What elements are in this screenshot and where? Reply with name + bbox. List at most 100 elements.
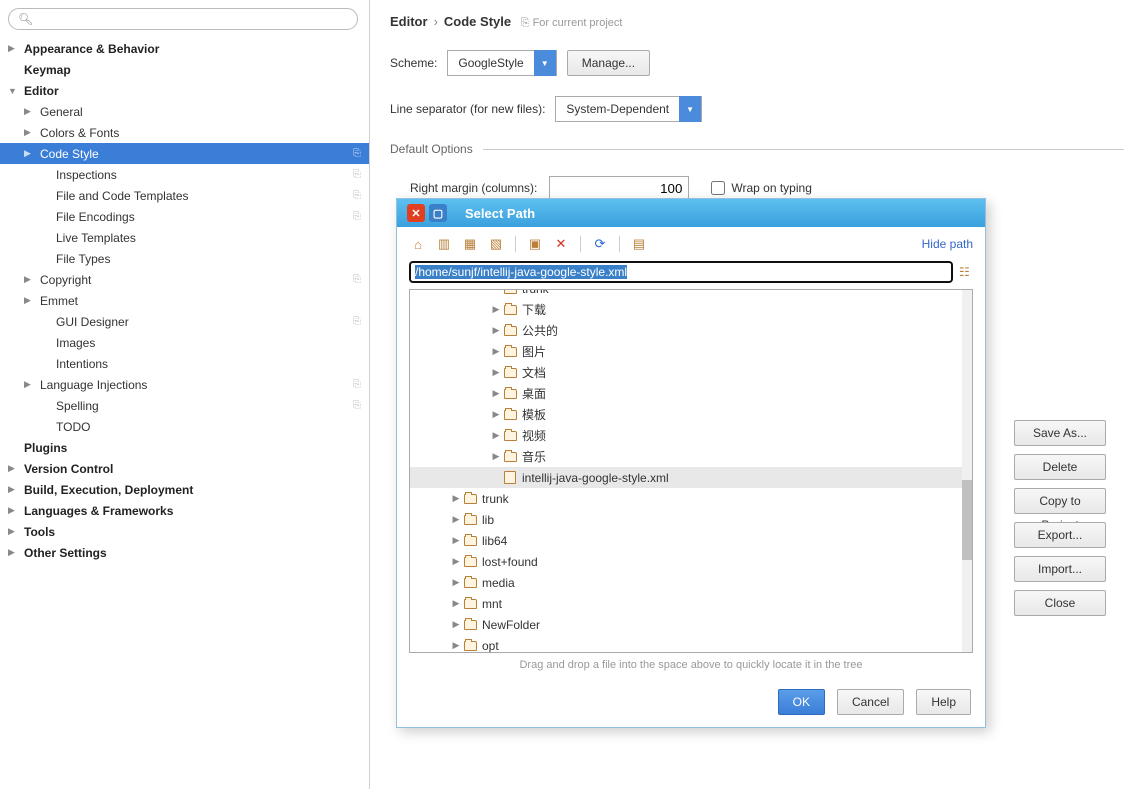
scheme-dropdown[interactable]: GoogleStyle ▼ xyxy=(447,50,556,76)
file-tree-row[interactable]: ▶音乐 xyxy=(410,446,972,467)
hide-path-link[interactable]: Hide path xyxy=(922,237,973,251)
scheme-action-button[interactable]: Export... xyxy=(1014,522,1106,548)
tree-item[interactable]: ▶Version Control xyxy=(0,458,369,479)
tree-item-label: File and Code Templates xyxy=(52,189,353,203)
wrap-checkbox-input[interactable] xyxy=(711,181,725,195)
file-tree-row[interactable]: ▶lib xyxy=(410,509,972,530)
scheme-action-button[interactable]: Close xyxy=(1014,590,1106,616)
project-icon[interactable]: ▦ xyxy=(461,235,479,253)
file-tree-row[interactable]: ▶media xyxy=(410,572,972,593)
path-input[interactable] xyxy=(409,261,953,283)
file-name: NewFolder xyxy=(482,618,540,632)
cancel-button[interactable]: Cancel xyxy=(837,689,904,715)
expand-arrow-icon: ▶ xyxy=(24,127,36,138)
tree-item[interactable]: Spelling⎘ xyxy=(0,395,369,416)
dialog-title: Select Path xyxy=(465,206,535,221)
tree-item[interactable]: ▶Other Settings xyxy=(0,542,369,563)
expand-arrow-icon: ▶ xyxy=(490,451,502,462)
delete-icon[interactable]: ✕ xyxy=(552,235,570,253)
dialog-titlebar[interactable]: ✕ ▢ Select Path xyxy=(397,199,985,227)
file-tree-row[interactable]: ▶lost+found xyxy=(410,551,972,572)
scheme-action-button[interactable]: Save As... xyxy=(1014,420,1106,446)
home-icon[interactable]: ⌂ xyxy=(409,235,427,253)
file-tree-row[interactable]: ▶lib64 xyxy=(410,530,972,551)
tree-item-label: Images xyxy=(52,336,369,350)
file-tree-row[interactable]: ▶视频 xyxy=(410,425,972,446)
scheme-action-button[interactable]: Delete xyxy=(1014,454,1106,480)
right-margin-input[interactable] xyxy=(549,176,689,200)
refresh-icon[interactable]: ⟳ xyxy=(591,235,609,253)
search-input[interactable] xyxy=(8,8,358,30)
tree-item[interactable]: Live Templates xyxy=(0,227,369,248)
scheme-action-button[interactable]: Copy to Project xyxy=(1014,488,1106,514)
file-tree-hint: Drag and drop a file into the space abov… xyxy=(397,653,985,673)
settings-tree[interactable]: ▶Appearance & BehaviorKeymap▼Editor▶Gene… xyxy=(0,38,369,563)
tree-item[interactable]: ▶Code Style⎘ xyxy=(0,143,369,164)
tree-item[interactable]: Inspections⎘ xyxy=(0,164,369,185)
tree-item-label: Intentions xyxy=(52,357,369,371)
tree-item[interactable]: ▶Copyright⎘ xyxy=(0,269,369,290)
scrollbar-thumb[interactable] xyxy=(962,480,972,560)
manage-button[interactable]: Manage... xyxy=(567,50,650,76)
scrollbar-track xyxy=(962,290,972,652)
maximize-icon[interactable]: ▢ xyxy=(429,204,447,222)
line-separator-dropdown[interactable]: System-Dependent ▼ xyxy=(555,96,702,122)
tree-item[interactable]: ▶Languages & Frameworks xyxy=(0,500,369,521)
file-tree-row[interactable]: ▶ NewFolder xyxy=(410,614,972,635)
tree-item[interactable]: ▶Colors & Fonts xyxy=(0,122,369,143)
ok-button[interactable]: OK xyxy=(778,689,825,715)
copy-icon[interactable]: ▣ xyxy=(526,235,544,253)
tree-item[interactable]: ▶Tools xyxy=(0,521,369,542)
file-name: 模板 xyxy=(522,406,546,423)
expand-arrow-icon: ▶ xyxy=(24,148,36,159)
tree-item[interactable]: File Encodings⎘ xyxy=(0,206,369,227)
toolbar-separator xyxy=(580,236,581,252)
tree-item[interactable]: File and Code Templates⎘ xyxy=(0,185,369,206)
tree-item[interactable]: GUI Designer⎘ xyxy=(0,311,369,332)
file-name: trunk xyxy=(482,492,509,506)
tree-item[interactable]: Images xyxy=(0,332,369,353)
tree-item[interactable]: Intentions xyxy=(0,353,369,374)
search-icon: 🔍︎ xyxy=(18,12,33,26)
folder-icon xyxy=(504,347,517,357)
expand-arrow-icon: ▶ xyxy=(490,388,502,399)
file-tree-row[interactable]: intellij-java-google-style.xml xyxy=(410,467,972,488)
tree-item[interactable]: Plugins xyxy=(0,437,369,458)
file-tree-row[interactable]: ▶opt xyxy=(410,635,972,653)
file-tree[interactable]: trunk▶下载▶公共的▶图片▶文档▶桌面▶模板▶视频▶音乐intellij-j… xyxy=(409,289,973,653)
expand-arrow-icon: ▶ xyxy=(450,619,462,630)
history-icon[interactable]: ☷ xyxy=(959,265,973,279)
scheme-action-button[interactable]: Import... xyxy=(1014,556,1106,582)
file-tree-row[interactable]: ▶下载 xyxy=(410,299,972,320)
tree-item[interactable]: ▶Build, Execution, Deployment xyxy=(0,479,369,500)
tree-item-label: Copyright xyxy=(36,273,353,287)
expand-arrow-icon: ▶ xyxy=(490,367,502,378)
tree-item-label: General xyxy=(36,105,369,119)
file-tree-row[interactable]: ▶文档 xyxy=(410,362,972,383)
close-icon[interactable]: ✕ xyxy=(407,204,425,222)
file-tree-row[interactable]: ▶模板 xyxy=(410,404,972,425)
file-tree-row[interactable]: trunk xyxy=(410,289,972,299)
desktop-icon[interactable]: ▥ xyxy=(435,235,453,253)
file-tree-row[interactable]: ▶公共的 xyxy=(410,320,972,341)
file-tree-row[interactable]: ▶桌面 xyxy=(410,383,972,404)
folder-icon xyxy=(504,389,517,399)
tree-item[interactable]: TODO xyxy=(0,416,369,437)
file-tree-row[interactable]: ▶trunk xyxy=(410,488,972,509)
new-folder-icon[interactable]: ▧ xyxy=(487,235,505,253)
tree-item[interactable]: ▶Language Injections⎘ xyxy=(0,374,369,395)
show-hidden-icon[interactable]: ▤ xyxy=(630,235,648,253)
tree-item[interactable]: ▶Appearance & Behavior xyxy=(0,38,369,59)
tree-item[interactable]: ▼Editor xyxy=(0,80,369,101)
wrap-on-typing-checkbox[interactable]: Wrap on typing xyxy=(711,181,812,195)
file-tree-row[interactable]: ▶mnt xyxy=(410,593,972,614)
tree-item[interactable]: File Types xyxy=(0,248,369,269)
wrap-label: Wrap on typing xyxy=(731,181,812,195)
file-tree-row[interactable]: ▶图片 xyxy=(410,341,972,362)
tree-item-label: Build, Execution, Deployment xyxy=(20,483,369,497)
expand-arrow-icon: ▶ xyxy=(450,556,462,567)
tree-item[interactable]: Keymap xyxy=(0,59,369,80)
tree-item[interactable]: ▶Emmet xyxy=(0,290,369,311)
tree-item[interactable]: ▶General xyxy=(0,101,369,122)
help-button[interactable]: Help xyxy=(916,689,971,715)
